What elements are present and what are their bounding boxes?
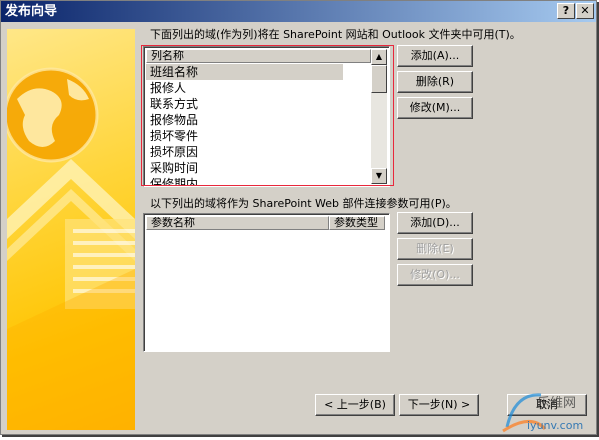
delete-param-button[interactable]: 删除(E) <box>397 238 473 260</box>
fields-header: 列名称 <box>146 49 387 63</box>
list-item[interactable]: 报修物品 <box>146 112 343 128</box>
list-item[interactable]: 联系方式 <box>146 96 343 112</box>
delete-field-button[interactable]: 删除(R) <box>397 71 473 93</box>
column-header-name[interactable]: 列名称 <box>146 49 371 63</box>
list-item[interactable]: 报修人 <box>146 80 343 96</box>
fields-listbox[interactable]: 列名称 班组名称 报修人 联系方式 报修物品 损坏零件 损坏原因 采购时间 保修… <box>143 46 390 187</box>
globe-icon <box>7 67 135 430</box>
close-button[interactable]: ✕ <box>576 3 594 19</box>
down-arrow-icon[interactable]: ▼ <box>371 168 387 184</box>
watermark-url: iyunv.com <box>527 419 584 432</box>
up-arrow-icon[interactable]: ▲ <box>371 49 387 65</box>
next-button[interactable]: 下一步(N) > <box>399 394 479 416</box>
column-header-param-name[interactable]: 参数名称 <box>146 216 329 230</box>
list-item[interactable]: 班组名称 <box>146 64 343 80</box>
fields-scrollbar[interactable]: ▲ ▼ <box>371 49 387 184</box>
params-header: 参数名称 参数类型 <box>146 216 387 230</box>
watermark-cn: 乐维网 <box>537 396 577 411</box>
title-bar[interactable]: 发布向导 ? ✕ <box>1 1 596 22</box>
list-item[interactable]: 损坏零件 <box>146 128 343 144</box>
list-item[interactable]: 保修期内 <box>146 176 343 186</box>
back-button[interactable]: < 上一步(B) <box>315 394 395 416</box>
window-title: 发布向导 <box>5 4 58 19</box>
modify-field-button[interactable]: 修改(M)... <box>397 97 473 119</box>
fields-section-label: 下面列出的域(作为列)将在 SharePoint 网站和 Outlook 文件夹… <box>150 28 521 41</box>
fields-list: 班组名称 报修人 联系方式 报修物品 损坏零件 损坏原因 采购时间 保修期内 <box>146 64 343 186</box>
list-item[interactable]: 损坏原因 <box>146 144 343 160</box>
publish-wizard-dialog: 发布向导 ? ✕ 下面列出的域(作为列)将在 SharePoint 网站和 Ou… <box>0 0 597 435</box>
add-field-button[interactable]: 添加(A)... <box>397 45 473 67</box>
params-section-label: 以下列出的域将作为 SharePoint Web 部件连接参数可用(P)。 <box>150 197 457 210</box>
column-header-param-type[interactable]: 参数类型 <box>329 216 385 230</box>
modify-param-button[interactable]: 修改(O)... <box>397 264 473 286</box>
site-watermark: 乐维网 iyunv.com <box>501 383 597 437</box>
help-button[interactable]: ? <box>557 3 575 19</box>
add-param-button[interactable]: 添加(D)... <box>397 212 473 234</box>
wizard-banner-image <box>7 29 135 430</box>
list-item[interactable]: 采购时间 <box>146 160 343 176</box>
params-listbox[interactable]: 参数名称 参数类型 <box>143 213 390 352</box>
scroll-thumb[interactable] <box>371 65 387 93</box>
